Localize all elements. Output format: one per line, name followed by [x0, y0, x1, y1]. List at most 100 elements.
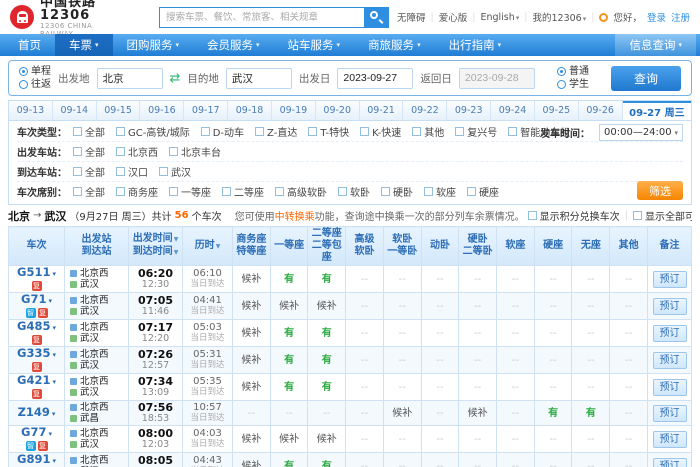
my-12306-link[interactable]: 我的12306▾	[533, 10, 587, 24]
sort-icon[interactable]: ▼	[216, 243, 221, 250]
filter-option[interactable]: Z-直达	[255, 124, 297, 139]
trip-roundtrip-radio[interactable]: 往返	[19, 79, 51, 90]
seat-availability[interactable]: 候补	[241, 382, 261, 393]
depart-time-filter[interactable]: 发车时间： 00:00—24:00 ▾	[540, 124, 683, 141]
seat-availability[interactable]: 有	[322, 355, 332, 366]
date-tab[interactable]: 09-15	[97, 101, 141, 120]
filter-option[interactable]: 全部	[73, 124, 105, 139]
date-tab[interactable]: 09-18	[228, 101, 272, 120]
nav-item[interactable]: 团购服务▾	[113, 34, 194, 56]
seat-availability[interactable]: 有	[322, 328, 332, 339]
checkbox-icon[interactable]	[455, 127, 464, 136]
to-city-input[interactable]	[226, 68, 292, 89]
seat-availability[interactable]: 候补	[241, 328, 261, 339]
trip-oneway-radio[interactable]: 单程	[19, 66, 51, 77]
checkbox-icon[interactable]	[201, 127, 210, 136]
filter-option[interactable]: 其他	[412, 124, 444, 139]
seat-availability[interactable]: 候补	[241, 461, 261, 467]
book-button[interactable]: 预订	[653, 352, 687, 369]
date-tab[interactable]: 09-25	[535, 101, 579, 120]
nav-item[interactable]: 信息查询▾	[615, 34, 696, 56]
accessibility-link[interactable]: 无障碍	[397, 10, 426, 24]
seat-availability[interactable]: 候补	[241, 434, 261, 445]
checkbox-icon[interactable]	[255, 127, 264, 136]
seat-availability[interactable]: 候补	[241, 355, 261, 366]
swap-stations-icon[interactable]: ⇄	[170, 72, 181, 85]
checkbox-icon[interactable]	[467, 187, 476, 196]
seat-availability[interactable]: 候补	[317, 434, 337, 445]
transfer-link[interactable]: 中转换乘	[275, 208, 315, 223]
passenger-normal-radio[interactable]: 普通	[557, 66, 589, 77]
site-logo[interactable]: 中国铁路12306 12306 CHINA RAILWAY	[10, 0, 96, 38]
date-tab-active[interactable]: 09-27 周三	[623, 101, 692, 120]
nav-item[interactable]: 首页	[4, 34, 55, 56]
depart-date-input[interactable]	[337, 68, 413, 89]
checkbox-icon[interactable]	[169, 147, 178, 156]
date-tab[interactable]: 09-14	[53, 101, 97, 120]
date-tab[interactable]: 09-13	[9, 101, 53, 120]
checkbox-icon[interactable]	[73, 167, 82, 176]
filter-option[interactable]: 一等座	[169, 184, 211, 199]
checkbox-icon[interactable]	[73, 127, 82, 136]
seat-availability[interactable]: 有	[284, 328, 294, 339]
nav-item[interactable]: 车票▾	[55, 34, 113, 56]
date-tab[interactable]: 09-26	[579, 101, 623, 120]
seat-availability[interactable]: 有	[322, 382, 332, 393]
book-button[interactable]: 预订	[653, 298, 687, 315]
checkbox-icon[interactable]	[528, 211, 537, 220]
book-button[interactable]: 预订	[653, 271, 687, 288]
register-link[interactable]: 注册	[671, 10, 690, 24]
seat-availability[interactable]: 有	[322, 461, 332, 467]
checkbox-icon[interactable]	[169, 187, 178, 196]
seat-availability[interactable]: 有	[284, 461, 294, 467]
filter-option[interactable]: 高级软卧	[275, 184, 327, 199]
chevron-down-icon[interactable]: ▾	[48, 297, 52, 305]
seat-availability[interactable]: 有	[284, 274, 294, 285]
radio-icon[interactable]	[557, 67, 566, 76]
date-tab[interactable]: 09-23	[447, 101, 491, 120]
nav-item[interactable]: 站车服务▾	[274, 34, 355, 56]
checkbox-icon[interactable]	[159, 167, 168, 176]
filter-option[interactable]: 商务座	[116, 184, 158, 199]
filter-apply-button[interactable]: 筛选	[637, 181, 683, 200]
chevron-down-icon[interactable]: ▾	[52, 410, 56, 418]
seat-availability[interactable]: 候补	[317, 301, 337, 312]
checkbox-icon[interactable]	[381, 187, 390, 196]
chevron-down-icon[interactable]: ▾	[52, 378, 56, 386]
filter-option[interactable]: 硬卧	[381, 184, 413, 199]
site-search-input[interactable]	[159, 7, 364, 28]
filter-option[interactable]: D-动车	[201, 124, 244, 139]
train-code[interactable]: G891	[17, 453, 50, 467]
filter-option[interactable]: 全部	[73, 184, 105, 199]
train-code[interactable]: G485	[17, 320, 50, 334]
depart-time-select[interactable]: 00:00—24:00 ▾	[599, 124, 683, 141]
login-link[interactable]: 登录	[647, 10, 666, 24]
filter-option[interactable]: T-特快	[308, 124, 349, 139]
checkbox-icon[interactable]	[508, 127, 517, 136]
checkbox-icon[interactable]	[116, 167, 125, 176]
care-version-link[interactable]: 爱心版	[439, 10, 468, 24]
column-header[interactable]: 出发时间▼到达时间▼	[129, 227, 183, 266]
train-code[interactable]: G77	[21, 426, 46, 440]
checkbox-icon[interactable]	[275, 187, 284, 196]
seat-availability[interactable]: 有	[586, 408, 596, 419]
radio-icon[interactable]	[19, 67, 28, 76]
filter-option[interactable]: 武汉	[159, 164, 191, 179]
filter-option[interactable]: K-快速	[360, 124, 401, 139]
filter-option[interactable]: 北京丰台	[169, 144, 221, 159]
chevron-down-icon[interactable]: ▾	[52, 457, 56, 465]
book-button[interactable]: 预订	[653, 325, 687, 342]
book-button[interactable]: 预订	[653, 431, 687, 448]
chevron-down-icon[interactable]: ▾	[52, 351, 56, 359]
checkbox-icon[interactable]	[116, 187, 125, 196]
train-code[interactable]: G335	[17, 347, 50, 361]
date-tab[interactable]: 09-16	[140, 101, 184, 120]
from-city-input[interactable]	[97, 68, 163, 89]
chevron-down-icon[interactable]: ▾	[52, 324, 56, 332]
passenger-student-radio[interactable]: 学生	[557, 79, 589, 90]
checkbox-icon[interactable]	[360, 127, 369, 136]
checkbox-icon[interactable]	[412, 127, 421, 136]
filter-option[interactable]: 软卧	[338, 184, 370, 199]
checkbox-icon[interactable]	[73, 187, 82, 196]
date-tab[interactable]: 09-20	[316, 101, 360, 120]
